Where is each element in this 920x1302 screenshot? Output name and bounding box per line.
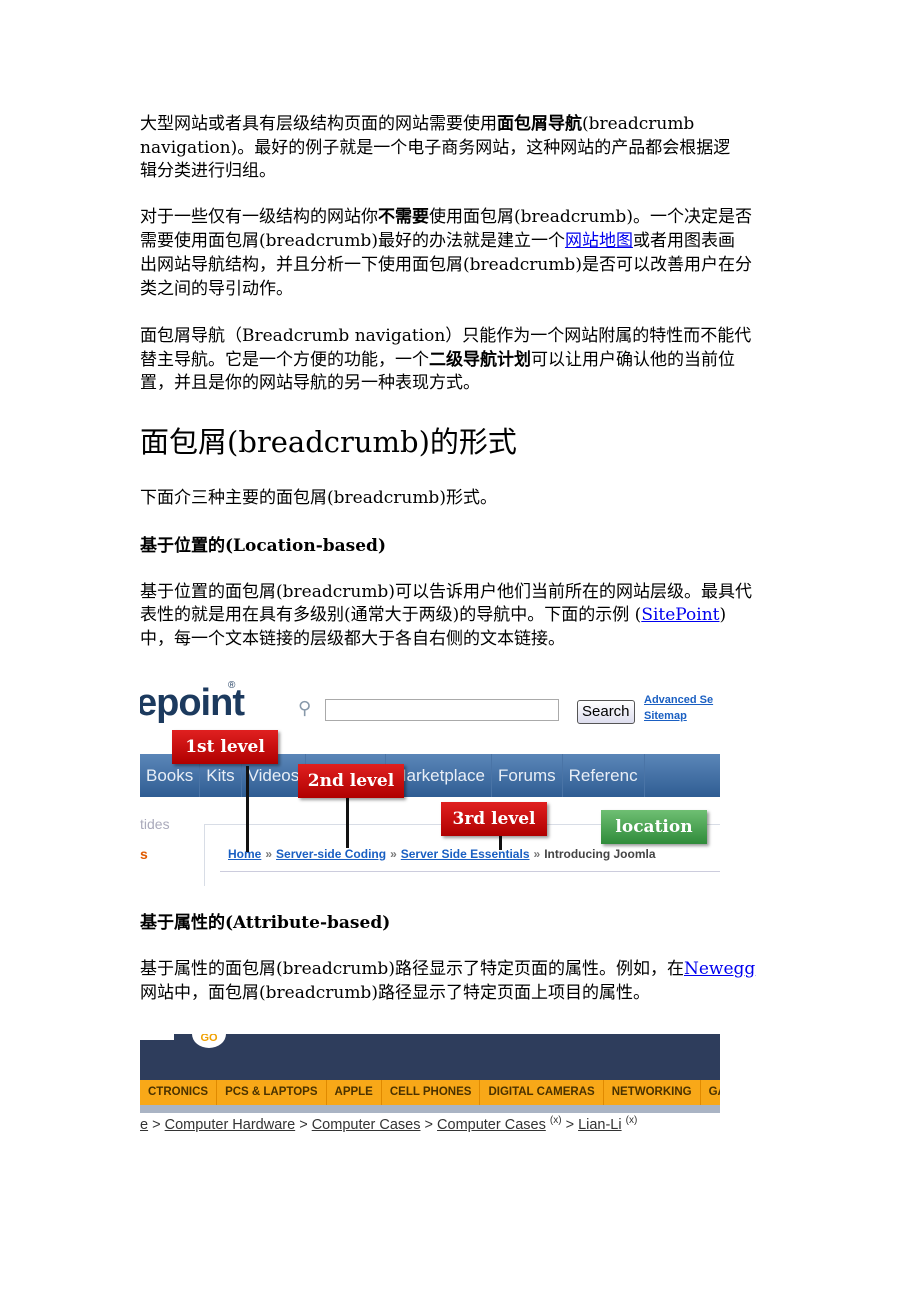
para1-line2: navigation)。最好的例子就是一个电子商务网站，这种网站的产品都会根据逻 [140, 138, 731, 158]
para2-line4: 类之间的导引动作。 [140, 279, 293, 299]
attribute-line1: 基于属性的面包屑(breadcrumb)路径显示了特定页面的属性。例如，在New… [140, 958, 755, 980]
crumb-link: e [140, 1116, 149, 1133]
bold-text: 面包屑导航 [497, 114, 582, 134]
pointer-line [346, 798, 349, 848]
location-line2: 表性的就是用在具有多级别(通常大于两级)的导航中。下面的示例 (SitePoin… [140, 604, 726, 626]
location-tag: location [601, 810, 707, 844]
text: 或者用图表画 [632, 231, 735, 251]
attribute-line2: 网站中，面包屑(breadcrumb)路径显示了特定页面上项目的属性。 [140, 983, 650, 1003]
category-item: CELL PHONES [382, 1080, 481, 1105]
crumb-link: Lian-Li [578, 1116, 622, 1133]
sitemap-link: Sitemap [644, 710, 687, 722]
text: ) [719, 605, 727, 625]
separator: > [152, 1116, 161, 1133]
category-bar: CTRONICS PCS & LAPTOPS APPLE CELL PHONES… [140, 1080, 720, 1105]
advanced-search-link: Advanced Se [644, 694, 714, 706]
para3-line1: 面包屑导航（Breadcrumb navigation）只能作为一个网站附属的特… [140, 326, 752, 346]
divider [220, 871, 720, 872]
para2-line3: 出网站导航结构，并且分析一下使用面包屑(breadcrumb)是否可以改善用户在… [140, 255, 752, 275]
separator: » [533, 847, 541, 861]
pointer-line [246, 766, 249, 852]
nav-item: Referenc [563, 754, 645, 797]
text: 大型网站或者具有层级结构页面的网站需要使用 [140, 114, 497, 134]
para1-line3: 辑分类进行归组。 [140, 161, 276, 181]
separator: » [390, 847, 397, 861]
search-button: Search [577, 700, 635, 724]
breadcrumb: Home» Server-side Coding» Server Side Esse… [228, 847, 656, 861]
sitepoint-breadcrumb-image: epoint ® ⚲ Search Advanced Se Sitemap Bo… [140, 678, 720, 886]
para2-line1: 对于一些仅有一级结构的网站你不需要使用面包屑(breadcrumb)。一个决定是… [140, 206, 752, 228]
bold-text: 不需要 [378, 207, 429, 227]
crumb-link: Computer Cases [311, 1116, 421, 1133]
para3-line3: 置，并且是你的网站导航的另一种表现方式。 [140, 373, 480, 393]
crumb-link: Computer Cases [437, 1116, 546, 1133]
category-item: NETWORKING [604, 1080, 701, 1105]
para1-line1: 大型网站或者具有层级结构页面的网站需要使用面包屑导航(breadcrumb [140, 113, 694, 135]
crumb-link: Server-side Coding [276, 847, 387, 861]
location-line3: 中，每一个文本链接的层级都大于各自右侧的文本链接。 [140, 629, 565, 649]
text: 基于属性的面包屑(breadcrumb)路径显示了特定页面的属性。例如，在 [140, 959, 684, 979]
text: 替主导航。它是一个方便的功能，一个 [140, 350, 429, 370]
newegg-link[interactable]: Newegg [684, 959, 755, 979]
attribute-breadcrumb: e > Computer Hardware > Computer Cases >… [140, 1115, 637, 1133]
sitemap-link[interactable]: 网站地图 [565, 231, 633, 251]
sitepoint-link[interactable]: SitePoint [641, 605, 719, 625]
search-input [325, 699, 559, 721]
newegg-breadcrumb-image: GO CTRONICS PCS & LAPTOPS APPLE CELL PHO… [140, 1034, 720, 1140]
crumb-link: Computer Hardware [164, 1116, 296, 1133]
document-page: 大型网站或者具有层级结构页面的网站需要使用面包屑导航(breadcrumb na… [0, 0, 920, 1302]
remove-icon: (x) [625, 1115, 638, 1126]
gray-strip [140, 1105, 720, 1113]
text: (breadcrumb [582, 114, 695, 134]
crumb-current: Introducing Joomla [544, 847, 656, 861]
level-tag: 1st level [172, 730, 278, 764]
crumb-link: Server Side Essentials [400, 847, 530, 861]
crumb-link: Home [228, 847, 262, 861]
header-bar [140, 1034, 720, 1080]
search-icon: ⚲ [298, 698, 312, 718]
location-heading: 基于位置的(Location-based) [140, 536, 386, 556]
category-item: GAMING [701, 1080, 720, 1105]
section-heading: 面包屑(breadcrumb)的形式 [140, 425, 517, 459]
text: 对于一些仅有一级结构的网站你 [140, 207, 378, 227]
category-item: PCS & LAPTOPS [217, 1080, 327, 1105]
category-item: CTRONICS [140, 1080, 218, 1105]
remove-icon: (x) [549, 1115, 562, 1126]
level-tag: 2nd level [298, 764, 404, 798]
white-box [140, 1034, 174, 1040]
text: 使用面包屑(breadcrumb)。一个决定是否 [429, 207, 752, 227]
attribute-heading: 基于属性的(Attribute-based) [140, 913, 391, 933]
para2-line2: 需要使用面包屑(breadcrumb)最好的办法就是建立一个网站地图或者用图表画 [140, 230, 735, 252]
pointer-line [499, 836, 502, 850]
location-line1: 基于位置的面包屑(breadcrumb)可以告诉用户他们当前所在的网站层级。最具… [140, 582, 752, 602]
para3-line2: 替主导航。它是一个方便的功能，一个二级导航计划可以让用户确认他的当前位 [140, 349, 735, 371]
category-item: DIGITAL CAMERAS [480, 1080, 604, 1105]
text: 需要使用面包屑(breadcrumb)最好的办法就是建立一个 [140, 231, 565, 251]
text: 表性的就是用在具有多级别(通常大于两级)的导航中。下面的示例 ( [140, 605, 642, 625]
nav-item: Forums [492, 754, 563, 797]
sidebar-text: s [140, 846, 148, 862]
bold-text: 二级导航计划 [429, 350, 531, 370]
sidebar-text: tides [140, 816, 170, 832]
category-item: APPLE [327, 1080, 382, 1105]
intro-text: 下面介三种主要的面包屑(breadcrumb)形式。 [140, 488, 497, 508]
level-tag: 3rd level [441, 802, 547, 836]
text: 可以让用户确认他的当前位 [531, 350, 735, 370]
separator: » [265, 847, 273, 861]
registered-icon: ® [228, 680, 236, 691]
separator: > [565, 1116, 575, 1133]
separator: > [424, 1116, 433, 1133]
separator: > [299, 1116, 308, 1133]
